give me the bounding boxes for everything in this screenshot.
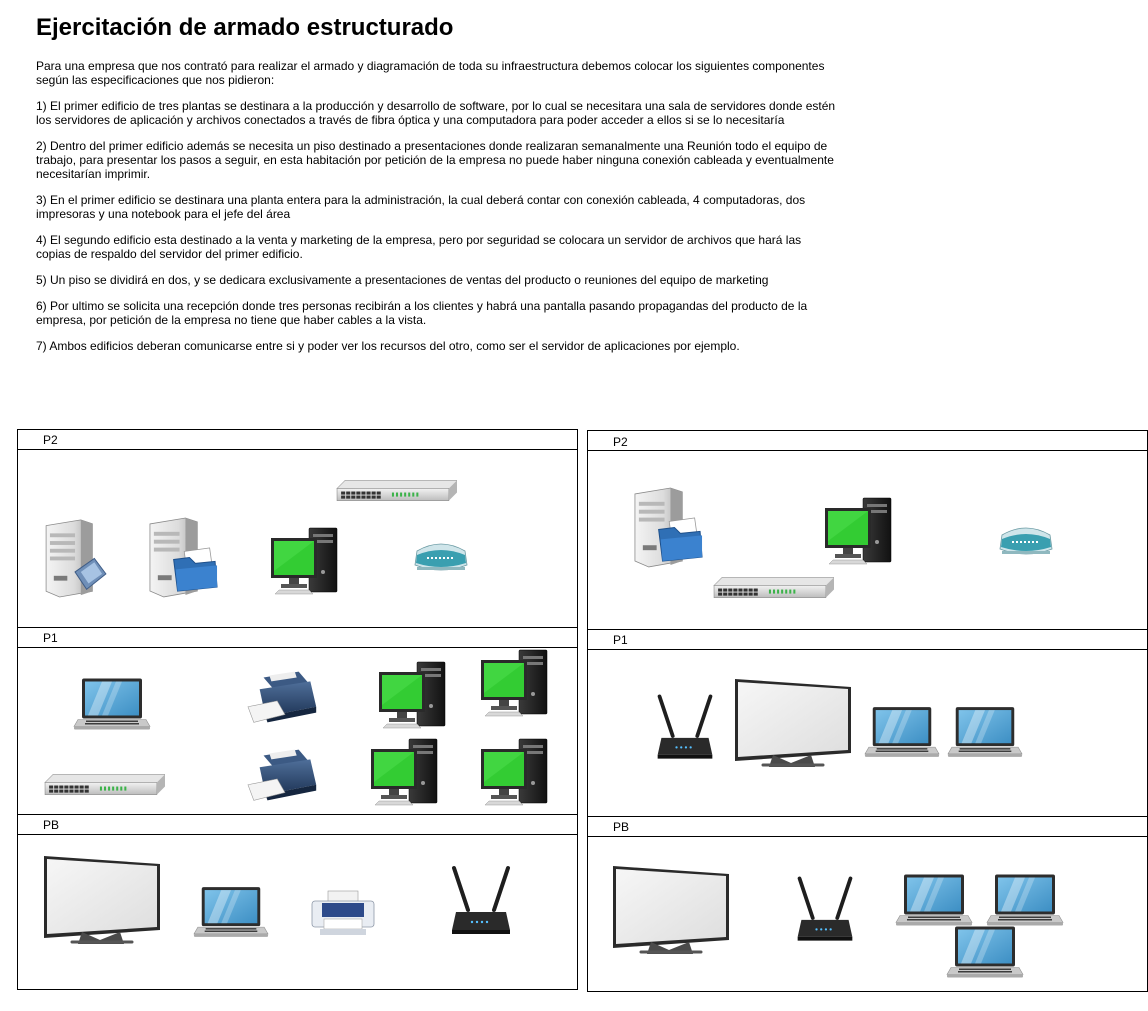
laptop-icon[interactable] [72,676,152,732]
desktop-computer-icon[interactable] [376,660,448,730]
display-screen-icon[interactable] [733,677,853,769]
display-screen-icon[interactable] [611,864,731,956]
requirement-6: 6) Por ultimo se solicita una recepción … [36,299,808,327]
desktop-computer-icon[interactable] [478,737,550,807]
laptop-icon[interactable] [985,872,1065,928]
printer-icon[interactable] [246,667,324,727]
network-switch-icon[interactable] [43,772,165,797]
inkjet-printer-icon[interactable] [308,889,378,939]
requirement-2: 2) Dentro del primer edificio además se … [36,139,834,181]
network-switch-icon[interactable] [712,575,834,600]
laptop-icon[interactable] [894,872,974,928]
network-switch-icon[interactable] [335,478,457,503]
requirement-7: 7) Ambos edificios deberan comunicarse e… [36,339,740,353]
wireless-router-icon[interactable] [652,692,718,764]
requirement-3: 3) En el primer edificio se destinara un… [36,193,806,221]
floor-label-p2: P2 [613,435,628,449]
desktop-computer-icon[interactable] [268,526,340,596]
file-server-icon[interactable] [146,514,220,598]
floor-label-p1: P1 [43,631,58,645]
laptop-icon[interactable] [945,924,1025,980]
floor-label-row-p1 [587,629,1148,650]
floor-label-row-p1 [17,627,578,648]
requirement-5: 5) Un piso se dividirá en dos, y se dedi… [36,273,769,287]
floor-label-row-p2 [587,430,1148,451]
display-screen-icon[interactable] [42,854,162,946]
laptop-icon[interactable] [863,704,941,760]
file-server-icon[interactable] [631,484,705,568]
desktop-computer-icon[interactable] [478,648,550,718]
desktop-computer-icon[interactable] [368,737,440,807]
floor-label-p2: P2 [43,433,58,447]
floor-label-p1: P1 [613,633,628,647]
application-server-icon[interactable] [42,516,110,598]
floor-label-pb: PB [613,820,630,834]
floor-label-row-p2 [17,429,578,450]
wireless-router-icon[interactable] [446,864,516,939]
printer-icon[interactable] [246,745,324,805]
intro-paragraph: Para una empresa que nos contrató para r… [36,59,825,87]
page-title: Ejercitación de armado estructurado [36,14,454,41]
desktop-computer-icon[interactable] [822,496,894,566]
laptop-icon[interactable] [192,884,270,940]
floor-label-pb: PB [43,818,60,832]
requirement-1: 1) El primer edificio de tres plantas se… [36,99,836,127]
laptop-icon[interactable] [946,704,1024,760]
wireless-router-icon[interactable] [792,874,858,946]
fiber-modem-icon[interactable] [411,535,471,575]
requirement-4: 4) El segundo edificio esta destinado a … [36,233,802,261]
floor-label-row-pb [587,816,1148,837]
fiber-modem-icon[interactable] [996,519,1056,559]
floor-label-row-pb [17,814,578,835]
